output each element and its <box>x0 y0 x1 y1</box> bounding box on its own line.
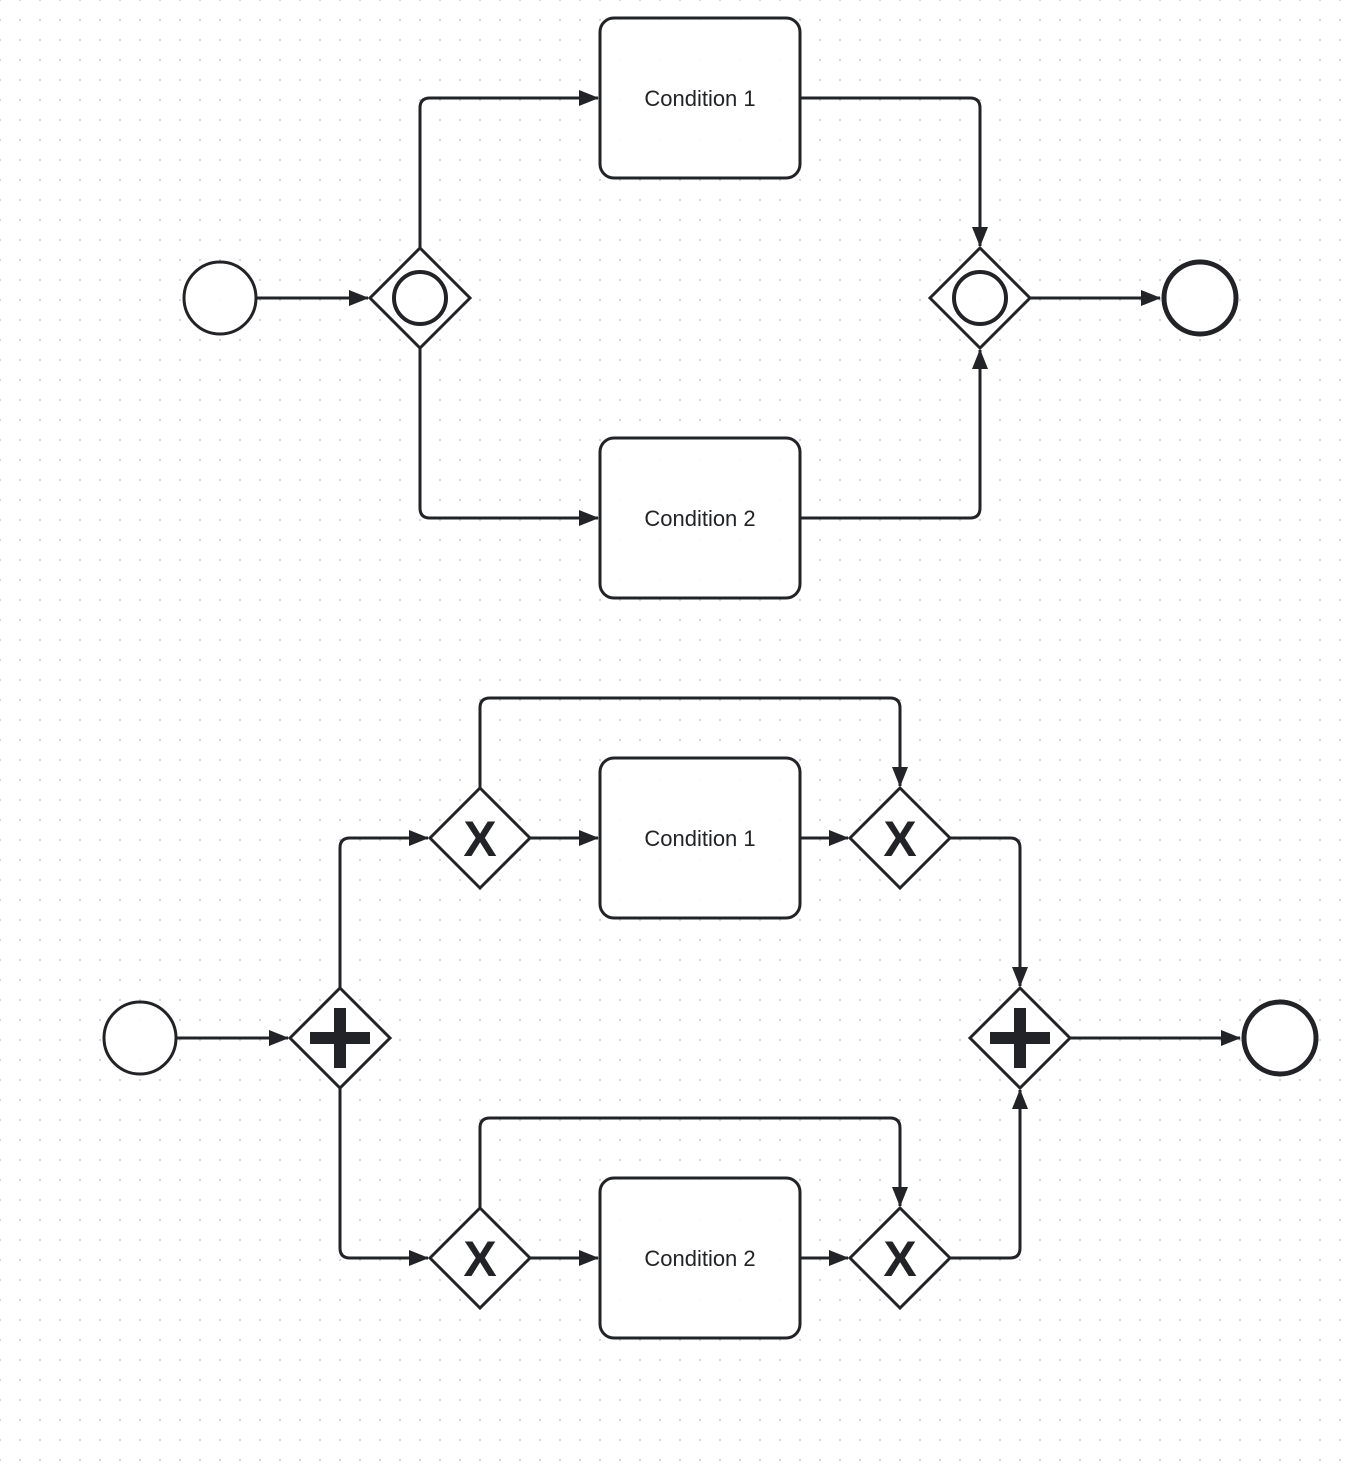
flow-split-to-condition2[interactable] <box>418 348 599 526</box>
task-condition-1[interactable]: Condition 1 <box>598 16 802 180</box>
task-label: Condition 2 <box>644 1246 755 1271</box>
exclusive-gateway-1[interactable]: X <box>427 785 533 891</box>
parallel-gateway-split[interactable] <box>287 985 393 1091</box>
exclusive-gateway-3[interactable]: X <box>427 1205 533 1311</box>
bottom-diagram: X Condition 1 X X Condition 2 X <box>102 696 1319 1340</box>
end-event[interactable] <box>1161 259 1239 337</box>
exclusive-gateway-2[interactable]: X <box>847 785 953 891</box>
flow-parallel-split-to-x1[interactable] <box>338 830 429 988</box>
flow-parallel-split-to-x3[interactable] <box>338 1088 429 1266</box>
task-condition-2[interactable]: Condition 2 <box>598 1176 802 1340</box>
task-label: Condition 2 <box>644 506 755 531</box>
inclusive-gateway-join[interactable] <box>927 245 1033 351</box>
flow-split-to-condition1[interactable] <box>418 90 599 248</box>
task-label: Condition 1 <box>644 826 755 851</box>
bpmn-canvas: Condition 1 Condition 2 X Condition 1 X … <box>102 16 1319 1340</box>
x-icon: X <box>883 811 916 867</box>
flow-condition1-to-join[interactable] <box>800 96 988 247</box>
start-event[interactable] <box>102 1000 178 1076</box>
task-condition-1[interactable]: Condition 1 <box>598 756 802 920</box>
x-icon: X <box>463 811 496 867</box>
flow-x2-to-parallel-join[interactable] <box>950 836 1028 987</box>
start-event[interactable] <box>182 260 258 336</box>
end-event[interactable] <box>1241 999 1319 1077</box>
parallel-gateway-join[interactable] <box>967 985 1073 1091</box>
inclusive-gateway-split[interactable] <box>367 245 473 351</box>
x-icon: X <box>883 1231 916 1287</box>
top-diagram: Condition 1 Condition 2 <box>182 16 1239 600</box>
flow-x4-to-parallel-join[interactable] <box>950 1089 1028 1260</box>
x-icon: X <box>463 1231 496 1287</box>
task-label: Condition 1 <box>644 86 755 111</box>
exclusive-gateway-4[interactable]: X <box>847 1205 953 1311</box>
flow-condition2-to-join[interactable] <box>800 349 988 520</box>
task-condition-2[interactable]: Condition 2 <box>598 436 802 600</box>
